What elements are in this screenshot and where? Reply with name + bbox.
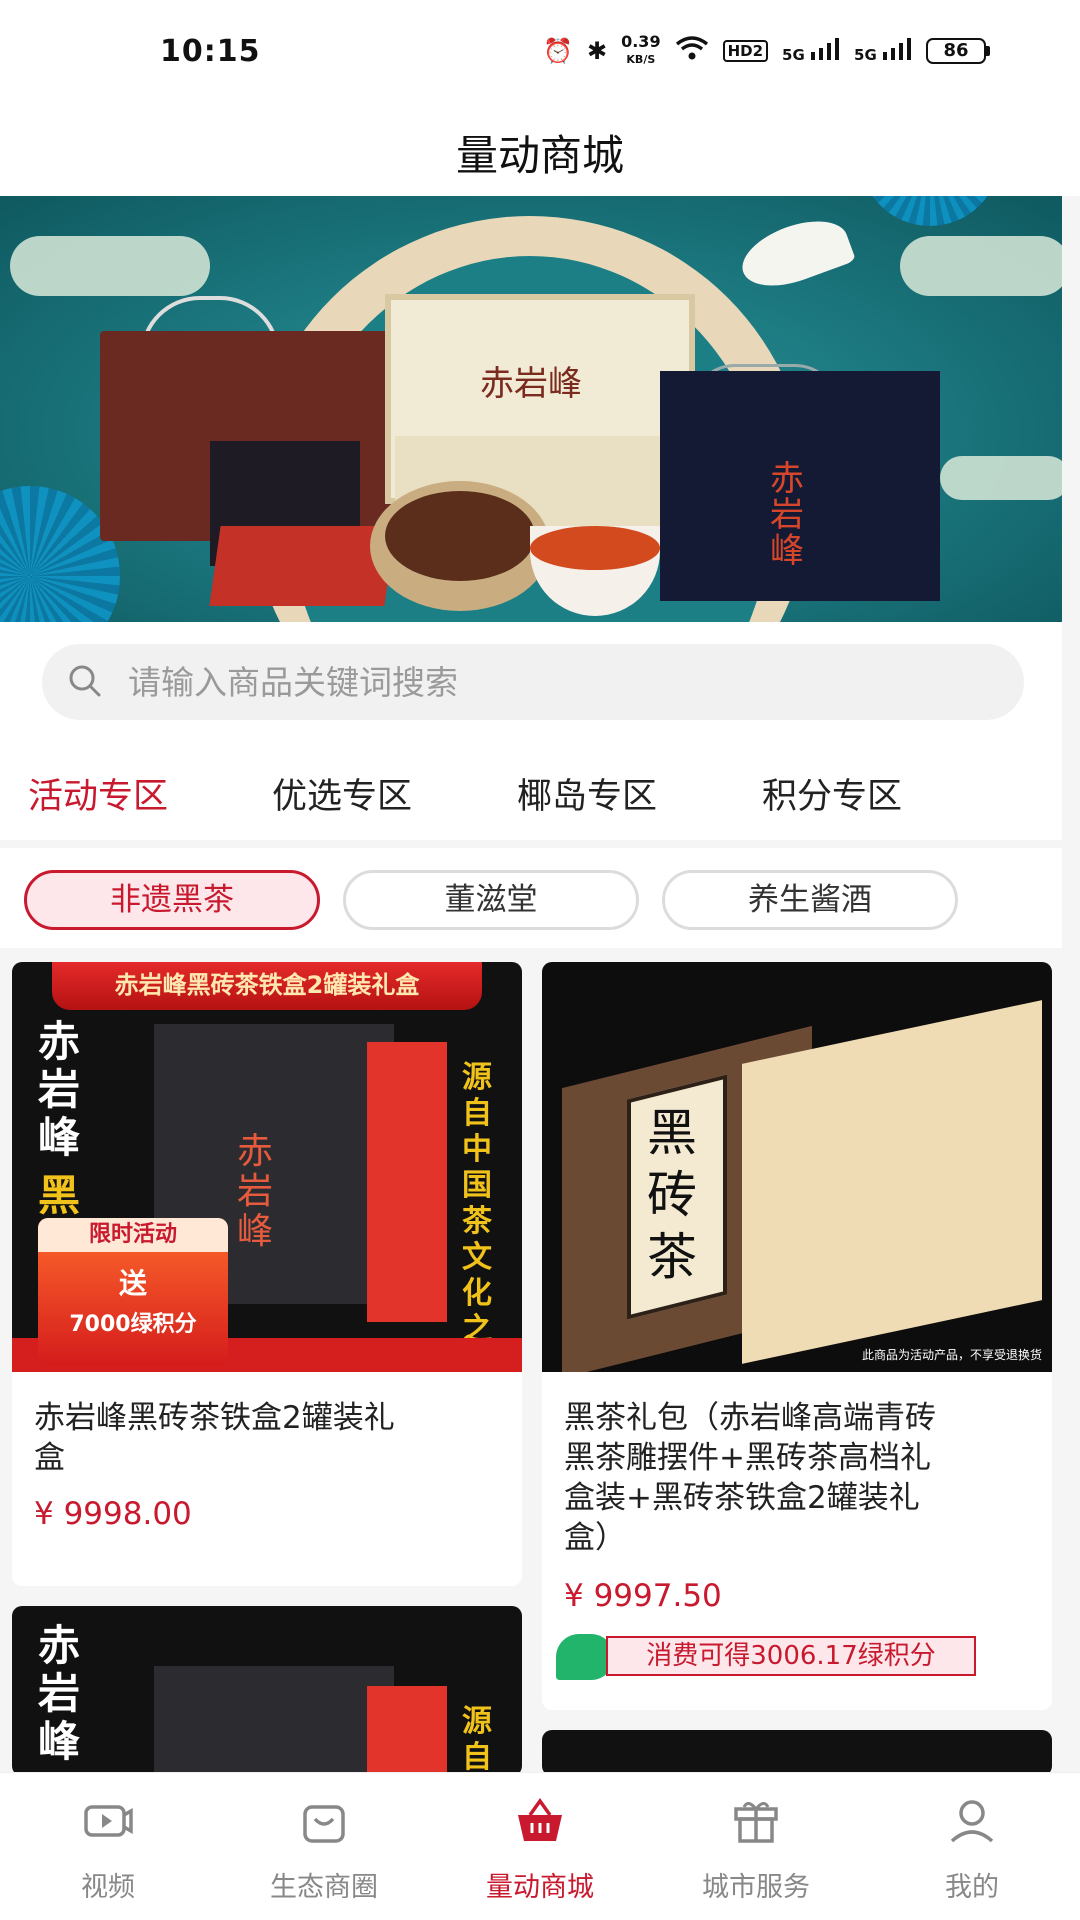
crane-image [733, 208, 857, 299]
signal-icon: 5G [782, 38, 840, 64]
promo-title: 限时活动 [38, 1218, 228, 1252]
product-title-line: 黑茶雕摆件+黑砖茶高档礼 [564, 1440, 931, 1476]
nav-item-video[interactable]: 视频 [0, 1773, 216, 1920]
search-box[interactable] [42, 644, 1024, 720]
net-speed-value: 0.39 [621, 32, 661, 51]
bottom-nav: 视频 生态商圈 量动商城 城市服务 我的 [0, 1772, 1080, 1920]
nav-item-city-services[interactable]: 城市服务 [648, 1773, 864, 1920]
product-image[interactable]: 赤岩峰 赤岩峰黑砖茶铁盒2罐装礼盒 赤岩峰 黑砖茶 源自中国茶文化之乡 限时活动… [12, 962, 522, 1372]
alarm-icon: ⏰ [543, 37, 573, 65]
nav-label: 量动商城 [486, 1872, 594, 1903]
net-speed: 0.39 KB/S [621, 34, 660, 68]
banner-carousel[interactable]: 赤岩峰 赤岩峰 [0, 196, 1062, 622]
product-image-side-text: 赤岩峰 [38, 1621, 81, 1766]
status-icons: ⏰ ✱ 0.39 KB/S HD2 5G 5G 86 [543, 34, 990, 68]
product-image[interactable]: 赤岩峰 源自 [12, 1606, 522, 1776]
banner-brand-text: 赤岩峰 [480, 364, 582, 404]
status-time: 10:15 [160, 34, 261, 69]
product-title-line: 盒） [564, 1520, 626, 1556]
signal-icon-2: 5G [854, 38, 912, 64]
tab-coconut-island-zone[interactable]: 椰岛专区 [517, 768, 657, 819]
cloud-decoration [900, 236, 1062, 296]
product-card[interactable] [542, 1730, 1052, 1776]
tab-points-zone[interactable]: 积分专区 [762, 768, 902, 819]
points-text: 消费可得3006.17绿积分 [606, 1636, 976, 1676]
nav-label: 我的 [945, 1872, 999, 1903]
nav-label: 视频 [81, 1872, 135, 1903]
nav-label: 生态商圈 [270, 1872, 378, 1903]
product-image-banner: 赤岩峰黑砖茶铁盒2罐装礼盒 [52, 962, 482, 1010]
product-image-brand: 赤岩峰 [237, 1131, 274, 1252]
signal-label-2: 5G [854, 46, 877, 64]
product-image[interactable]: 黑砖茶 此商品为活动产品，不享受退换货 [542, 962, 1052, 1372]
fan-decoration [860, 196, 1000, 226]
cloud-decoration [10, 236, 210, 296]
hd-icon: HD2 [722, 40, 769, 62]
search-input[interactable] [128, 658, 988, 706]
nav-item-business-circle[interactable]: 生态商圈 [216, 1773, 432, 1920]
product-title-line: 盒装+黑砖茶铁盒2罐装礼 [564, 1480, 920, 1516]
points-badge: 消费可得3006.17绿积分 [556, 1634, 976, 1680]
bluetooth-icon: ✱ [586, 37, 608, 65]
tab-selected-zone[interactable]: 优选专区 [272, 768, 412, 819]
category-chips: 非遗黑茶 董滋堂 养生酱酒 [0, 848, 1062, 948]
signal-label: 5G [782, 46, 805, 64]
product-card[interactable]: 赤岩峰 赤岩峰黑砖茶铁盒2罐装礼盒 赤岩峰 黑砖茶 源自中国茶文化之乡 限时活动… [12, 962, 522, 1586]
product-price: ¥ 9997.50 [564, 1578, 722, 1614]
product-title-line: 盒 [34, 1440, 65, 1476]
product-image-note: 此商品为活动产品，不享受退换货 [861, 1348, 1042, 1362]
product-image-side-text: 赤岩峰 [38, 1017, 81, 1162]
battery-icon: 86 [926, 38, 990, 64]
user-icon [950, 1800, 994, 1843]
chip-heritage-black-tea[interactable]: 非遗黑茶 [24, 870, 320, 930]
product-image-slogan: 源自 [462, 1704, 492, 1775]
product-card[interactable]: 黑砖茶 此商品为活动产品，不享受退换货 黑茶礼包（赤岩峰高端青砖 黑茶雕摆件+黑… [542, 962, 1052, 1710]
product-card[interactable]: 赤岩峰 源自 [12, 1606, 522, 1776]
banner-brand-text-navy: 赤岩峰 [770, 459, 804, 571]
product-title-line: 黑茶礼包（赤岩峰高端青砖 [564, 1400, 936, 1436]
status-bar: 10:15 ⏰ ✱ 0.39 KB/S HD2 5G 5G 86 [0, 0, 1080, 100]
wifi-icon [675, 35, 709, 67]
video-icon [84, 1805, 133, 1837]
cloud-decoration [940, 456, 1062, 500]
app-header: 量动商城 [0, 100, 1080, 196]
nav-item-mall[interactable]: 量动商城 [432, 1773, 648, 1920]
nav-item-me[interactable]: 我的 [864, 1773, 1080, 1920]
chip-health-liquor[interactable]: 养生酱酒 [662, 870, 958, 930]
search-area [0, 622, 1062, 734]
net-speed-unit: KB/S [626, 53, 656, 66]
gift-box-icon [734, 1802, 778, 1843]
promo-points: 7000绿积分 [69, 1312, 197, 1337]
tea-box-red-image [209, 526, 396, 606]
chip-dongzitang[interactable]: 董滋堂 [343, 870, 639, 930]
promo-badge: 限时活动 送 7000绿积分 [38, 1218, 228, 1366]
page-title: 量动商城 [455, 131, 624, 180]
zone-tabs: 活动专区 优选专区 椰岛专区 积分专区 [0, 734, 1062, 840]
shopping-bag-icon [303, 1805, 345, 1843]
basket-icon [518, 1797, 562, 1841]
product-title-line: 赤岩峰黑砖茶铁盒2罐装礼 [34, 1400, 395, 1436]
product-title: 黑茶礼包（赤岩峰高端青砖 黑茶雕摆件+黑砖茶高档礼 盒装+黑砖茶铁盒2罐装礼 盒… [564, 1398, 936, 1558]
nav-label: 城市服务 [702, 1872, 810, 1903]
product-price: ¥ 9998.00 [34, 1496, 192, 1532]
tab-activity-zone[interactable]: 活动专区 [28, 768, 168, 819]
product-image-label: 黑砖茶 [647, 1104, 697, 1286]
battery-level: 86 [926, 38, 986, 64]
product-image-slogan: 源自中国茶文化之乡 [462, 1060, 492, 1372]
product-title: 赤岩峰黑砖茶铁盒2罐装礼 盒 [34, 1398, 395, 1478]
search-icon [69, 665, 101, 697]
promo-gift: 送 [118, 1267, 147, 1300]
